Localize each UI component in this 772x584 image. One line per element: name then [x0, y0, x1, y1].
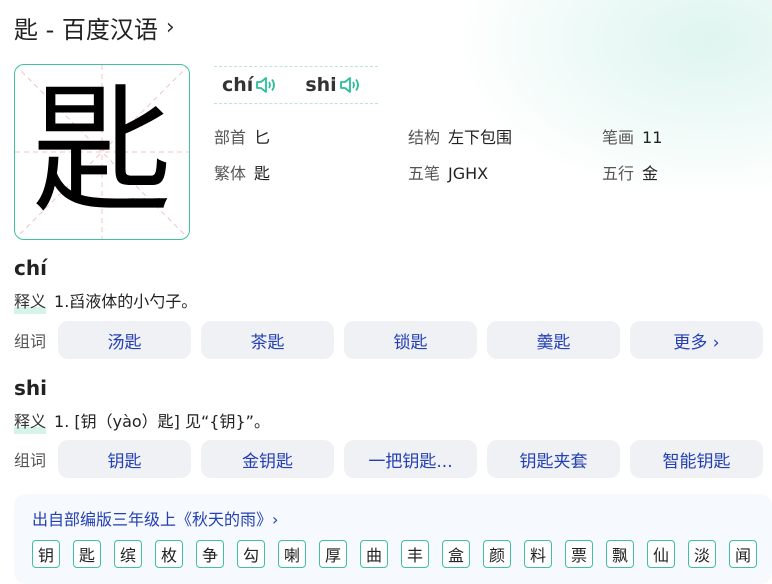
words-label: 组词: [14, 332, 47, 351]
lesson-char[interactable]: 票: [565, 540, 593, 568]
textbook-source-link[interactable]: 出自部编版三年级上《秋天的雨》›: [32, 506, 278, 530]
pinyin-shi[interactable]: shi: [305, 74, 360, 96]
lesson-char[interactable]: 勾: [237, 540, 265, 568]
lesson-char[interactable]: 曲: [360, 540, 388, 568]
word-chip[interactable]: 茶匙: [201, 321, 334, 359]
word-chip[interactable]: 钥匙: [58, 440, 191, 478]
textbook-source-card: 出自部编版三年级上《秋天的雨》› 钥 匙 缤 枚 争 勾 喇 厚 曲 丰 盒 颜…: [14, 494, 772, 584]
word-list: 组词 钥匙 金钥匙 一把钥匙... 钥匙夹套 智能钥匙: [14, 440, 772, 478]
speaker-icon[interactable]: [255, 76, 277, 94]
lesson-char[interactable]: 厚: [319, 540, 347, 568]
word-chip[interactable]: 羹匙: [487, 321, 620, 359]
info-bushou: 部首匕: [214, 128, 271, 147]
lesson-char[interactable]: 匙: [73, 540, 101, 568]
definition-label: 释义: [14, 288, 47, 314]
definition-text: 1. [钥（yào）匙] 见“{钥}”。: [54, 412, 270, 431]
lesson-char[interactable]: 枚: [155, 540, 183, 568]
word-chip[interactable]: 智能钥匙: [630, 440, 763, 478]
definition-text: 1.舀液体的小勺子。: [54, 292, 198, 311]
character-info: 部首匕 结构 左下包围 笔画 11 繁体匙 五笔 JGHX 五行金: [214, 124, 754, 184]
lesson-char[interactable]: 料: [524, 540, 552, 568]
lesson-char[interactable]: 仙: [647, 540, 675, 568]
lesson-char[interactable]: 喇: [278, 540, 306, 568]
info-bihua: 笔画 11: [602, 128, 663, 147]
page-title-text: 匙 - 百度汉语: [14, 16, 158, 44]
lesson-char[interactable]: 飘: [606, 540, 634, 568]
words-label: 组词: [14, 451, 47, 470]
definition-label: 释义: [14, 408, 47, 434]
lesson-char[interactable]: 缤: [114, 540, 142, 568]
lesson-char[interactable]: 盒: [442, 540, 470, 568]
more-words-button[interactable]: 更多 ›: [630, 321, 763, 359]
word-chip[interactable]: 金钥匙: [201, 440, 334, 478]
lesson-char[interactable]: 钥: [32, 540, 60, 568]
section-pinyin-chi: chí: [14, 256, 47, 280]
definition-row: 释义 1.舀液体的小勺子。: [14, 288, 198, 314]
info-fanti: 繁体匙: [214, 164, 271, 183]
speaker-icon[interactable]: [339, 76, 361, 94]
word-chip[interactable]: 一把钥匙...: [344, 440, 477, 478]
character-card: 匙: [14, 64, 190, 240]
lesson-char[interactable]: 淡: [688, 540, 716, 568]
pinyin-text: shi: [305, 74, 337, 96]
word-list: 组词 汤匙 茶匙 锁匙 羹匙 更多 ›: [14, 321, 772, 359]
page-title[interactable]: 匙 - 百度汉语 ›: [14, 10, 175, 45]
definition-row: 释义 1. [钥（yào）匙] 见“{钥}”。: [14, 408, 270, 434]
section-pinyin-shi: shi: [14, 376, 47, 400]
word-chip[interactable]: 钥匙夹套: [487, 440, 620, 478]
pinyin-chi[interactable]: chí: [222, 74, 277, 96]
lesson-char[interactable]: 争: [196, 540, 224, 568]
lesson-char-list: 钥 匙 缤 枚 争 勾 喇 厚 曲 丰 盒 颜 料 票 飘 仙 淡 闻: [32, 540, 757, 568]
pinyin-text: chí: [222, 74, 254, 96]
info-jiegou: 结构 左下包围: [408, 128, 513, 147]
lesson-char[interactable]: 闻: [729, 540, 757, 568]
lesson-char[interactable]: 丰: [401, 540, 429, 568]
chevron-right-icon: ›: [165, 15, 175, 40]
lesson-char[interactable]: 颜: [483, 540, 511, 568]
word-chip[interactable]: 锁匙: [344, 321, 477, 359]
pinyin-row: chí shi: [214, 66, 378, 104]
word-chip[interactable]: 汤匙: [58, 321, 191, 359]
info-wuxing: 五行金: [602, 164, 659, 183]
character-glyph: 匙: [31, 70, 172, 233]
info-wubi: 五笔 JGHX: [408, 164, 489, 183]
